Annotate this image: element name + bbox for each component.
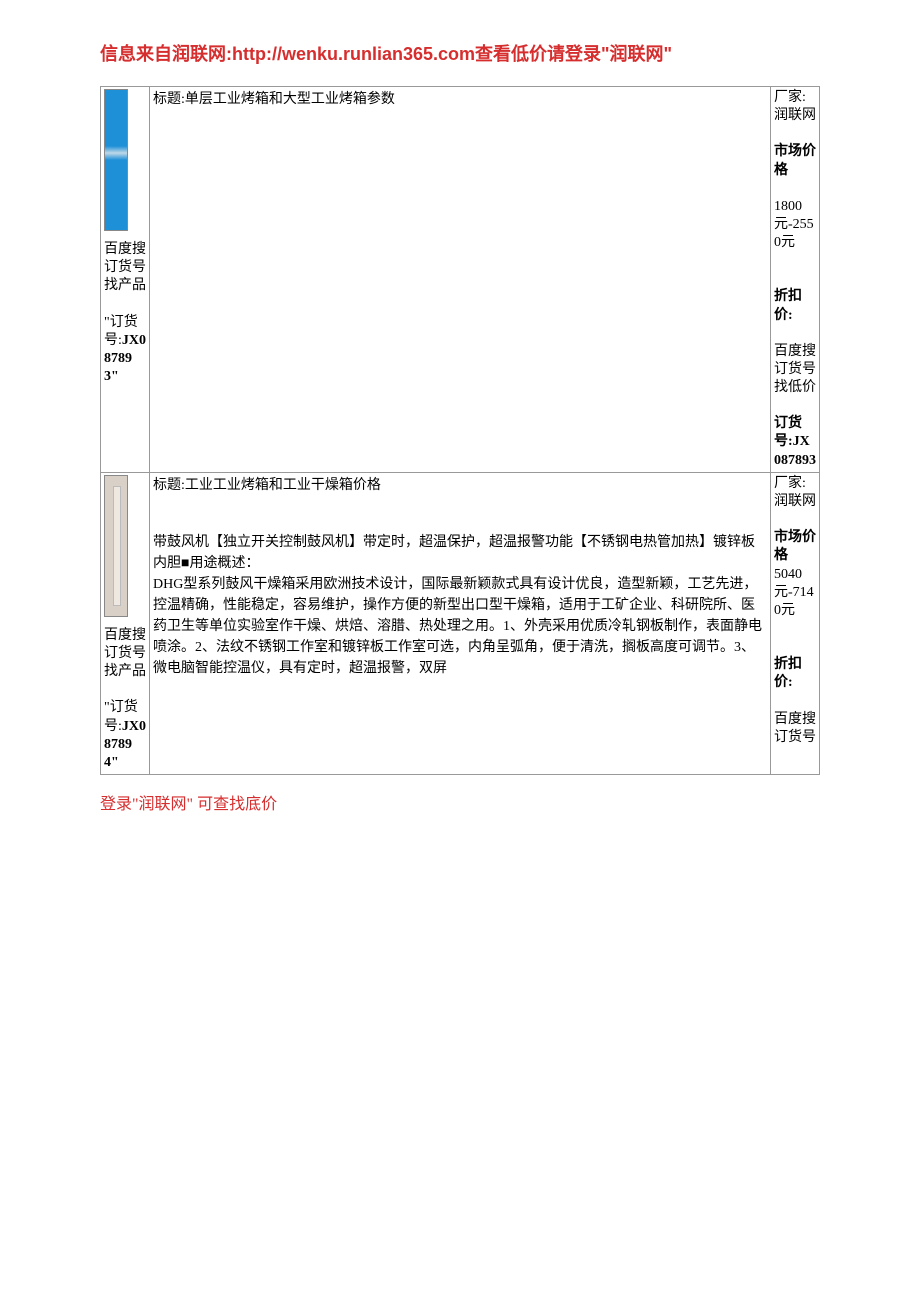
vendor-value: 润联网	[774, 494, 816, 509]
mid-cell: 标题:工业工业烤箱和工业干燥箱价格 带鼓风机【独立开关控制鼓风机】带定时，超温保…	[150, 472, 771, 774]
product-thumbnail	[104, 475, 128, 617]
discount-label: 折扣价:	[774, 289, 802, 322]
left-cell: 百度搜订货号找产品 "订货号:JX087893"	[101, 87, 150, 473]
page-header: 信息来自润联网:http://wenku.runlian365.com查看低价请…	[100, 40, 820, 66]
search-tip: 百度搜订货号找产品	[104, 242, 146, 293]
vendor-value: 润联网	[774, 108, 816, 123]
product-title: 标题:工业工业烤箱和工业干燥箱价格	[153, 475, 767, 496]
market-price-label: 市场价格	[774, 144, 816, 177]
right-cell: 厂家:润联网 市场价格 1800元-2550元 折扣价: 百度搜订货号找低价 订…	[771, 87, 820, 473]
market-price-label: 市场价格	[774, 530, 816, 563]
table-row: 百度搜订货号找产品 "订货号:JX087893" 标题:单层工业烤箱和大型工业烤…	[101, 87, 820, 473]
discount-tip: 百度搜订货号	[774, 712, 816, 745]
right-cell: 厂家: 润联网 市场价格 5040元-7140元 折扣价: 百度搜订货号	[771, 472, 820, 774]
product-table: 百度搜订货号找产品 "订货号:JX087893" 标题:单层工业烤箱和大型工业烤…	[100, 86, 820, 775]
vendor-label: 厂家:	[774, 476, 806, 491]
discount-tip: 百度搜订货号找低价	[774, 344, 816, 395]
left-cell: 百度搜订货号找产品 "订货号:JX087894"	[101, 472, 150, 774]
search-tip: 百度搜订货号找产品	[104, 628, 146, 679]
product-title: 标题:单层工业烤箱和大型工业烤箱参数	[153, 89, 767, 110]
market-price-value: 5040元-7140元	[774, 567, 814, 618]
vendor-label: 厂家:	[774, 90, 806, 105]
table-row: 百度搜订货号找产品 "订货号:JX087894" 标题:工业工业烤箱和工业干燥箱…	[101, 472, 820, 774]
discount-label: 折扣价:	[774, 657, 802, 690]
product-description: 带鼓风机【独立开关控制鼓风机】带定时，超温保护，超温报警功能【不锈钢电热管加热】…	[153, 532, 767, 679]
market-price-value: 1800元-2550元	[774, 199, 814, 250]
product-thumbnail	[104, 89, 128, 231]
page-footer: 登录"润联网" 可查找底价	[100, 790, 820, 814]
mid-cell: 标题:单层工业烤箱和大型工业烤箱参数	[150, 87, 771, 473]
